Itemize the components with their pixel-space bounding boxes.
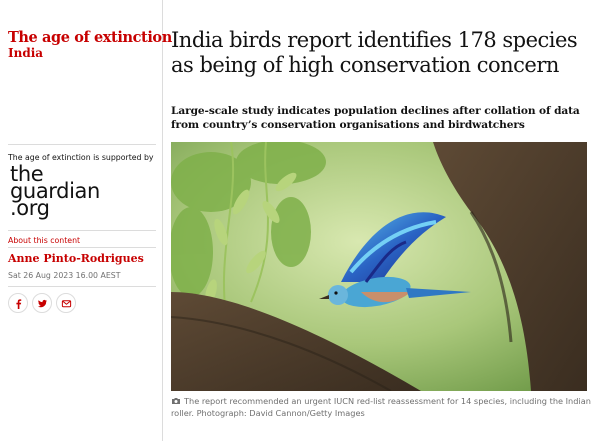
- email-share-button[interactable]: [56, 293, 76, 313]
- share-buttons: [8, 293, 76, 313]
- divider: [8, 144, 156, 145]
- photo-caption: The report recommended an urgent IUCN re…: [171, 395, 591, 419]
- standfirst: Large-scale study indicates population d…: [171, 105, 580, 131]
- guardian-org-logo[interactable]: the guardian .org: [10, 164, 100, 219]
- about-content-link[interactable]: About this content: [8, 236, 80, 245]
- facebook-share-button[interactable]: [8, 293, 28, 313]
- divider: [8, 247, 156, 248]
- email-icon: [61, 299, 71, 307]
- divider: [8, 286, 156, 287]
- publish-date: Sat 26 Aug 2023 16.00 AEST: [8, 271, 121, 280]
- twitter-icon: [37, 299, 47, 307]
- headline: India birds report identifies 178 specie…: [171, 28, 578, 77]
- subseries-link[interactable]: India: [8, 46, 156, 61]
- series-link[interactable]: The age of extinction: [8, 30, 172, 46]
- divider: [8, 230, 156, 231]
- indian-roller-photo: [171, 142, 587, 391]
- camera-icon: [172, 398, 180, 404]
- facebook-icon: [15, 298, 21, 309]
- author-link[interactable]: Anne Pinto-Rodrigues: [8, 252, 144, 265]
- twitter-share-button[interactable]: [32, 293, 52, 313]
- sponsor-text: The age of extinction is supported by: [8, 153, 154, 162]
- caption-text: The report recommended an urgent IUCN re…: [171, 396, 591, 418]
- series-block: The age of extinction India: [8, 30, 172, 61]
- column-divider: [162, 0, 163, 441]
